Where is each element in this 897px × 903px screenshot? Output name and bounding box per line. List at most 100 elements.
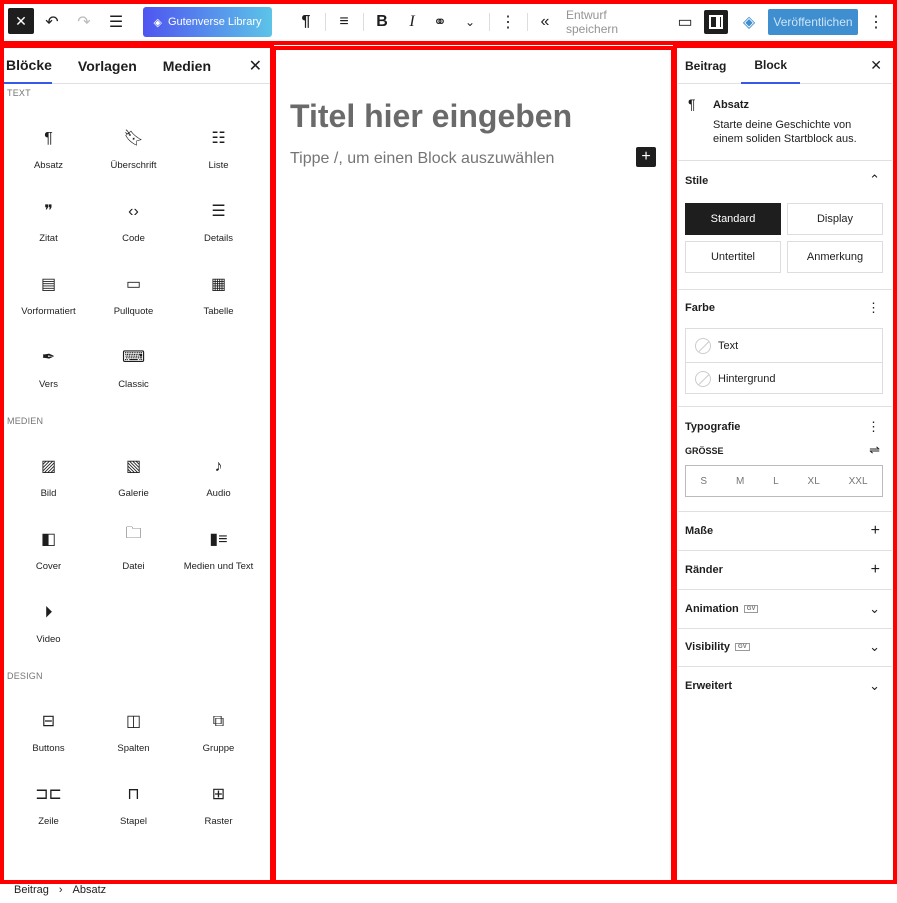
size-s[interactable]: S [700, 476, 707, 487]
styles-title[interactable]: Stile [685, 175, 708, 187]
empty-swatch-icon [695, 371, 711, 387]
borders-title: Ränder [685, 564, 723, 576]
gv-badge: GV [743, 605, 759, 614]
color-text-item[interactable]: Text [686, 329, 882, 362]
style-standard-button[interactable]: Standard [685, 203, 781, 235]
chevron-down-icon[interactable]: ⌄ [869, 639, 880, 655]
style-subtitle-button[interactable]: Untertitel [685, 241, 781, 273]
pullquote-icon: ▭ [125, 276, 142, 293]
block-pullquote[interactable]: ▭ Pullquote [91, 248, 176, 321]
block-stack[interactable]: ⊓ Stapel [91, 758, 176, 831]
group-icon: ⧉ [212, 713, 225, 730]
grid-icon: ⊞ [211, 786, 226, 803]
post-title-input[interactable]: Titel hier eingeben [290, 98, 572, 135]
size-m[interactable]: M [736, 476, 744, 487]
category-text: TEXT [7, 88, 31, 98]
breadcrumb-post[interactable]: Beitrag [14, 884, 49, 896]
typography-options-icon[interactable]: ⋮ [867, 419, 880, 435]
code-icon: ‹› [128, 203, 139, 220]
block-file[interactable]: 🗀︎ Datei [91, 503, 176, 576]
chevron-down-icon[interactable]: ⌄ [869, 601, 880, 617]
stack-icon: ⊓ [127, 786, 140, 803]
block-card-title: Absatz [713, 99, 750, 111]
block-code[interactable]: ‹› Code [91, 175, 176, 248]
dimensions-panel[interactable]: Maße + [678, 512, 892, 551]
style-display-button[interactable]: Display [787, 203, 883, 235]
block-paragraph[interactable]: ¶ Absatz [6, 102, 91, 175]
block-grid[interactable]: ⊞ Raster [176, 758, 261, 831]
size-xxl[interactable]: XXL [849, 476, 868, 487]
cover-icon: ◧ [40, 531, 57, 548]
block-buttons[interactable]: ⊟ Buttons [6, 685, 91, 758]
block-preformatted[interactable]: ▤ Vorformatiert [6, 248, 91, 321]
block-group[interactable]: ⧉ Gruppe [176, 685, 261, 758]
typography-title: Typografie [685, 421, 741, 433]
borders-panel[interactable]: Ränder + [678, 551, 892, 590]
block-table[interactable]: ▦ Tabelle [176, 248, 261, 321]
tab-patterns[interactable]: Vorlagen [76, 48, 137, 84]
color-options-icon[interactable]: ⋮ [867, 300, 880, 316]
breadcrumb: Beitrag › Absatz [14, 884, 106, 896]
block-columns[interactable]: ◫ Spalten [91, 685, 176, 758]
custom-size-icon[interactable]: ⇌ [869, 442, 880, 458]
block-cover[interactable]: ◧ Cover [6, 503, 91, 576]
plus-icon[interactable]: + [871, 561, 880, 579]
settings-sidebar: Beitrag Block ✕ ¶ Absatz Starte deine Ge… [678, 48, 892, 880]
block-media-text[interactable]: ▮≡ Medien und Text [176, 503, 261, 576]
tab-blocks[interactable]: Blöcke [4, 48, 52, 84]
block-classic[interactable]: ⌨ Classic [91, 321, 176, 394]
size-l[interactable]: L [773, 476, 779, 487]
close-inserter-icon[interactable]: ✕ [249, 56, 262, 76]
tab-media[interactable]: Medien [161, 48, 211, 84]
chevron-up-icon[interactable]: ⌃ [869, 172, 880, 188]
animation-title: Animation GV [685, 603, 759, 615]
media-text-icon: ▮≡ [209, 531, 228, 548]
color-background-item[interactable]: Hintergrund [686, 362, 882, 395]
details-icon: ☰ [211, 203, 226, 220]
block-quote[interactable]: ❞ Zitat [6, 175, 91, 248]
advanced-title: Erweitert [685, 680, 733, 692]
preformatted-icon: ▤ [40, 276, 57, 293]
style-annotation-button[interactable]: Anmerkung [787, 241, 883, 273]
block-placeholder[interactable]: Tippe /, um einen Block auszuwählen [290, 150, 554, 168]
block-verse[interactable]: ✒ Vers [6, 321, 91, 394]
block-row[interactable]: ⊐⊏ Zeile [6, 758, 91, 831]
visibility-panel[interactable]: Visibility GV ⌄ [678, 629, 892, 667]
tab-post[interactable]: Beitrag [678, 48, 733, 84]
block-heading[interactable]: 🔖︎ Überschrift [91, 102, 176, 175]
color-title: Farbe [685, 302, 715, 314]
typography-panel: Typografie ⋮ GRÖSSE ⇌ S M L XL XXL [678, 407, 892, 512]
size-xl[interactable]: XL [808, 476, 820, 487]
block-gallery[interactable]: ▧ Galerie [91, 430, 176, 503]
chevron-down-icon[interactable]: ⌄ [869, 678, 880, 694]
visibility-label: Visibility [685, 641, 731, 653]
animation-panel[interactable]: Animation GV ⌄ [678, 590, 892, 629]
settings-tabs: Beitrag Block ✕ [678, 48, 892, 84]
size-label: GRÖSSE [685, 446, 724, 456]
tab-block[interactable]: Block [741, 48, 801, 84]
advanced-panel[interactable]: Erweitert ⌄ [678, 667, 892, 706]
block-image[interactable]: ▨ Bild [6, 430, 91, 503]
block-card: ¶ Absatz Starte deine Geschichte von ein… [678, 84, 892, 161]
chevron-right-icon: › [58, 884, 63, 896]
add-block-button[interactable]: + [636, 147, 656, 167]
gallery-icon: ▧ [125, 458, 142, 475]
styles-panel: Stile ⌃ Standard Display Untertitel Anme… [678, 161, 892, 290]
block-audio[interactable]: ♪ Audio [176, 430, 261, 503]
close-settings-icon[interactable]: ✕ [870, 57, 882, 74]
paragraph-icon: ¶ [688, 96, 696, 112]
breadcrumb-paragraph[interactable]: Absatz [73, 884, 107, 896]
dimensions-title: Maße [685, 525, 714, 537]
block-video[interactable]: ⏵ Video [6, 576, 91, 649]
music-note-icon: ♪ [214, 458, 223, 475]
plus-icon[interactable]: + [871, 522, 880, 540]
inserter-tabs: Blöcke Vorlagen Medien ✕ [4, 48, 270, 84]
list-icon: ☷ [211, 130, 226, 147]
gv-badge: GV [735, 643, 750, 652]
quote-icon: ❞ [44, 203, 53, 220]
block-details[interactable]: ☰ Details [176, 175, 261, 248]
block-list[interactable]: ☷ Liste [176, 102, 261, 175]
buttons-icon: ⊟ [41, 713, 56, 730]
keyboard-icon: ⌨ [121, 349, 146, 366]
block-inserter-panel: Blöcke Vorlagen Medien ✕ TEXT ¶ Absatz 🔖︎… [4, 48, 270, 880]
